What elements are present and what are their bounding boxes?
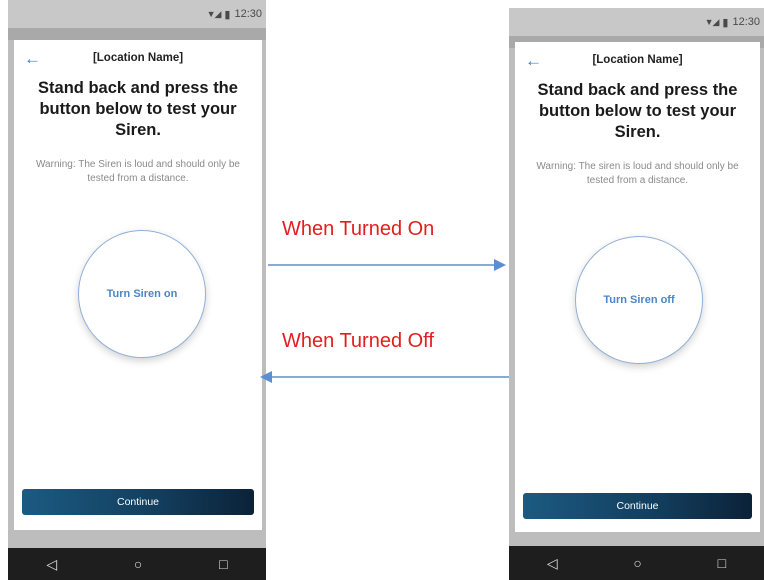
dimmed-header-band bbox=[8, 28, 266, 40]
continue-button[interactable]: Continue bbox=[22, 489, 254, 515]
siren-test-dialog: ← [Location Name] Stand back and press t… bbox=[14, 40, 262, 530]
nav-back-icon[interactable]: ◁ bbox=[46, 556, 57, 573]
arrow-right bbox=[268, 259, 506, 271]
arrow-left bbox=[260, 371, 509, 383]
status-time: 12:30 bbox=[234, 8, 262, 20]
status-bar: ▼◢ ▮ 12:30 bbox=[509, 8, 764, 36]
warning-text: Warning: The Siren is loud and should on… bbox=[35, 159, 240, 184]
status-time: 12:30 bbox=[732, 16, 760, 28]
dialog-header: ← [Location Name] bbox=[14, 50, 262, 70]
annotation-when-turned-off: When Turned Off bbox=[282, 330, 434, 352]
status-bar: ▼◢ ▮ 12:30 bbox=[8, 0, 266, 28]
nav-back-icon[interactable]: ◁ bbox=[547, 555, 558, 572]
android-nav-bar: ◁ ○ □ bbox=[509, 546, 764, 580]
headline: Stand back and press the button below to… bbox=[537, 81, 738, 141]
phone-screen-siren-off: ▼◢ ▮ 12:30 ← [Location Name] Stand back … bbox=[8, 0, 266, 580]
turn-siren-off-button[interactable]: Turn Siren off bbox=[575, 236, 703, 364]
siren-test-dialog: ← [Location Name] Stand back and press t… bbox=[515, 42, 760, 532]
nav-recents-icon[interactable]: □ bbox=[219, 556, 227, 572]
annotation-when-turned-on: When Turned On bbox=[282, 218, 435, 240]
signal-icon: ▼◢ bbox=[206, 8, 222, 19]
continue-button[interactable]: Continue bbox=[523, 493, 752, 519]
nav-recents-icon[interactable]: □ bbox=[718, 555, 726, 571]
battery-icon: ▮ bbox=[722, 16, 729, 29]
signal-icon: ▼◢ bbox=[704, 16, 720, 27]
location-name: [Location Name] bbox=[592, 54, 683, 66]
location-name: [Location Name] bbox=[92, 52, 184, 64]
turn-siren-on-button[interactable]: Turn Siren on bbox=[78, 230, 206, 358]
nav-home-icon[interactable]: ○ bbox=[134, 556, 142, 572]
battery-icon: ▮ bbox=[224, 8, 231, 21]
dialog-header: ← [Location Name] bbox=[515, 52, 760, 72]
nav-home-icon[interactable]: ○ bbox=[633, 555, 641, 571]
warning-text: Warning: The siren is loud and should on… bbox=[536, 161, 739, 186]
headline: Stand back and press the button below to… bbox=[38, 79, 238, 139]
android-nav-bar: ◁ ○ □ bbox=[8, 548, 266, 580]
phone-screen-siren-on: ▼◢ ▮ 12:30 ← [Location Name] Stand back … bbox=[509, 8, 764, 580]
